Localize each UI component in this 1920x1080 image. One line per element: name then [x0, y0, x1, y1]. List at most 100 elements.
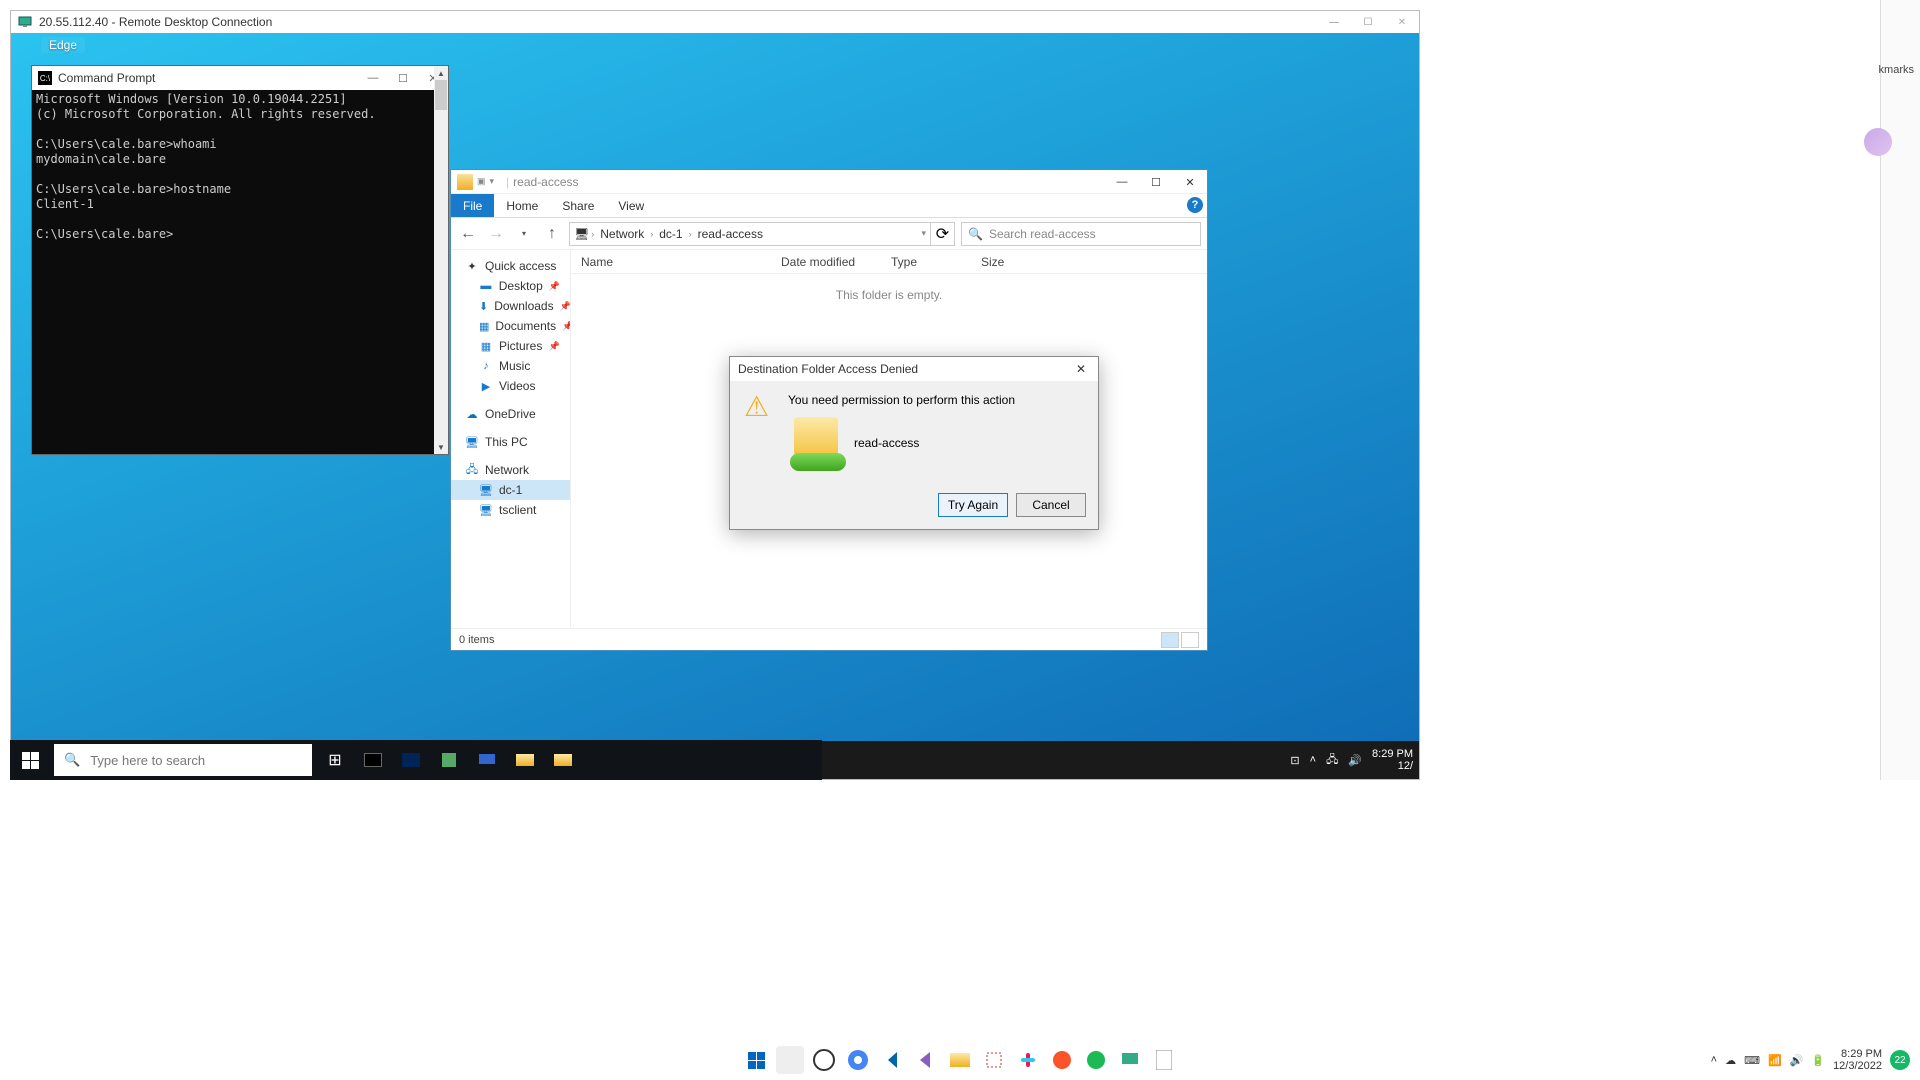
- qat-dropdown-icon[interactable]: ▾: [490, 176, 495, 187]
- rdc-close-button[interactable]: ✕: [1385, 11, 1419, 33]
- recent-dropdown[interactable]: ▾: [513, 223, 535, 245]
- column-headers[interactable]: Name Date modified Type Size: [571, 250, 1207, 274]
- host-taskbar[interactable]: ˄ ☁ ⌨ 📶 🔊 🔋 8:29 PM12/3/2022 22: [0, 1040, 1920, 1080]
- taskbar-search[interactable]: 🔍 Type here to search: [54, 744, 312, 776]
- address-path[interactable]: 🖥 › Network › dc-1 › read-access ▾: [569, 222, 931, 246]
- try-again-button[interactable]: Try Again: [938, 493, 1008, 517]
- edge-shortcut-label[interactable]: Edge: [41, 37, 85, 53]
- cmd-title-text: Command Prompt: [58, 71, 155, 85]
- remote-clock[interactable]: 8:29 PM12/: [1372, 748, 1413, 772]
- up-button[interactable]: ↑: [541, 223, 563, 245]
- rdc-minimize-button[interactable]: —: [1317, 11, 1351, 33]
- rdc-taskbar-icon[interactable]: [1116, 1046, 1144, 1074]
- server-manager-icon[interactable]: [430, 741, 468, 779]
- cancel-button[interactable]: Cancel: [1016, 493, 1086, 517]
- nav-music[interactable]: ♪Music: [451, 356, 570, 376]
- rdc-titlebar[interactable]: 20.55.112.40 - Remote Desktop Connection…: [11, 11, 1419, 33]
- host-clock[interactable]: 8:29 PM12/3/2022: [1833, 1048, 1882, 1072]
- ribbon-home-tab[interactable]: Home: [494, 194, 550, 217]
- cmd-scrollbar[interactable]: ▲ ▼: [434, 66, 448, 454]
- command-prompt-window: C:\ Command Prompt — ☐ ✕ Microsoft Windo…: [31, 65, 449, 455]
- nav-downloads[interactable]: ⬇Downloads📌: [451, 296, 570, 316]
- battery-tray-icon[interactable]: 🔋: [1811, 1054, 1825, 1067]
- scroll-down-icon[interactable]: ▼: [434, 440, 448, 454]
- nav-videos[interactable]: ▶Videos: [451, 376, 570, 396]
- col-size[interactable]: Size: [971, 255, 1031, 269]
- task-view-icon[interactable]: ⊞: [316, 741, 354, 779]
- nav-this-pc[interactable]: 🖥This PC: [451, 432, 570, 452]
- scroll-thumb[interactable]: [435, 80, 447, 110]
- videos-icon: ▶: [479, 379, 493, 393]
- explorer-icon[interactable]: [946, 1046, 974, 1074]
- terminal-taskbar-icon[interactable]: [354, 741, 392, 779]
- qat-save-icon[interactable]: ▣: [477, 176, 486, 187]
- icons-view-button[interactable]: [1181, 632, 1199, 648]
- brave-icon[interactable]: [1048, 1046, 1076, 1074]
- ribbon-view-tab[interactable]: View: [606, 194, 656, 217]
- back-button[interactable]: ←: [457, 223, 479, 245]
- powershell-taskbar-icon[interactable]: [392, 741, 430, 779]
- folder-taskbar-icon-2[interactable]: [544, 741, 582, 779]
- meet-now-icon[interactable]: ⊡: [1290, 754, 1299, 767]
- dialog-close-button[interactable]: ✕: [1064, 357, 1098, 381]
- spotify-icon[interactable]: [1082, 1046, 1110, 1074]
- taskbar-app-icon[interactable]: [776, 1046, 804, 1074]
- cmd-maximize-button[interactable]: ☐: [388, 66, 418, 90]
- volume-tray-icon[interactable]: 🔊: [1790, 1054, 1804, 1067]
- explorer-nav-pane[interactable]: ✦Quick access ▬Desktop📌 ⬇Downloads📌 ▦Doc…: [451, 250, 571, 628]
- dell-icon[interactable]: [810, 1046, 838, 1074]
- explorer-titlebar[interactable]: ▣ ▾ | read-access — ☐ ✕: [451, 170, 1207, 194]
- visualstudio-icon[interactable]: [912, 1046, 940, 1074]
- cmd-minimize-button[interactable]: —: [358, 66, 388, 90]
- col-name[interactable]: Name: [571, 255, 771, 269]
- host-system-tray[interactable]: ˄ ☁ ⌨ 📶 🔊 🔋 8:29 PM12/3/2022 22: [1711, 1048, 1910, 1072]
- profile-avatar[interactable]: [1864, 128, 1892, 156]
- nav-onedrive[interactable]: ☁OneDrive: [451, 404, 570, 424]
- snipping-icon[interactable]: [980, 1046, 1008, 1074]
- secondary-taskbar[interactable]: 🔍 Type here to search ⊞: [10, 740, 822, 780]
- notepad-icon[interactable]: [1150, 1046, 1178, 1074]
- remote-desktop[interactable]: Edge C:\ Command Prompt — ☐ ✕ Microsoft …: [11, 33, 1419, 779]
- tray-chevron-icon[interactable]: ˄: [1711, 1054, 1717, 1066]
- vscode-icon[interactable]: [878, 1046, 906, 1074]
- ribbon-share-tab[interactable]: Share: [550, 194, 606, 217]
- nav-desktop[interactable]: ▬Desktop📌: [451, 276, 570, 296]
- cmd-titlebar[interactable]: C:\ Command Prompt — ☐ ✕: [32, 66, 448, 90]
- start-button[interactable]: [742, 1046, 770, 1074]
- folder-taskbar-icon[interactable]: [506, 741, 544, 779]
- hyperv-icon[interactable]: [468, 741, 506, 779]
- volume-tray-icon[interactable]: 🔊: [1348, 754, 1362, 767]
- rdc-maximize-button[interactable]: ☐: [1351, 11, 1385, 33]
- language-tray-icon[interactable]: ⌨: [1744, 1054, 1760, 1067]
- cmd-output[interactable]: Microsoft Windows [Version 10.0.19044.22…: [32, 90, 448, 454]
- remote-system-tray[interactable]: ⊡ ˄ 🖧 🔊 8:29 PM12/: [1290, 748, 1413, 772]
- explorer-minimize-button[interactable]: —: [1105, 170, 1139, 194]
- nav-network[interactable]: 🖧Network: [451, 460, 570, 480]
- help-icon[interactable]: ?: [1187, 197, 1203, 213]
- forward-button[interactable]: →: [485, 223, 507, 245]
- nav-tsclient[interactable]: 🖥tsclient: [451, 500, 570, 520]
- path-dropdown-icon[interactable]: ▾: [921, 228, 926, 239]
- nav-dc1[interactable]: 🖥dc-1: [451, 480, 570, 500]
- wifi-tray-icon[interactable]: 📶: [1768, 1054, 1782, 1067]
- refresh-button[interactable]: ⟳: [931, 222, 955, 246]
- details-view-button[interactable]: [1161, 632, 1179, 648]
- nav-pictures[interactable]: ▦Pictures📌: [451, 336, 570, 356]
- slack-icon[interactable]: [1014, 1046, 1042, 1074]
- nav-quick-access[interactable]: ✦Quick access: [451, 256, 570, 276]
- explorer-maximize-button[interactable]: ☐: [1139, 170, 1173, 194]
- network-tray-icon[interactable]: 🖧: [1326, 751, 1338, 770]
- col-date[interactable]: Date modified: [771, 255, 881, 269]
- start-button[interactable]: [10, 740, 50, 780]
- tray-chevron-icon[interactable]: ˄: [1310, 754, 1316, 766]
- chrome-icon[interactable]: [844, 1046, 872, 1074]
- explorer-close-button[interactable]: ✕: [1173, 170, 1207, 194]
- explorer-search[interactable]: 🔍 Search read-access: [961, 222, 1201, 246]
- ribbon-file-tab[interactable]: File: [451, 194, 494, 217]
- notifications-badge[interactable]: 22: [1890, 1050, 1910, 1070]
- scroll-up-icon[interactable]: ▲: [434, 66, 448, 80]
- dialog-titlebar[interactable]: Destination Folder Access Denied ✕: [730, 357, 1098, 381]
- col-type[interactable]: Type: [881, 255, 971, 269]
- nav-documents[interactable]: ▦Documents📌: [451, 316, 570, 336]
- onedrive-tray-icon[interactable]: ☁: [1725, 1054, 1736, 1067]
